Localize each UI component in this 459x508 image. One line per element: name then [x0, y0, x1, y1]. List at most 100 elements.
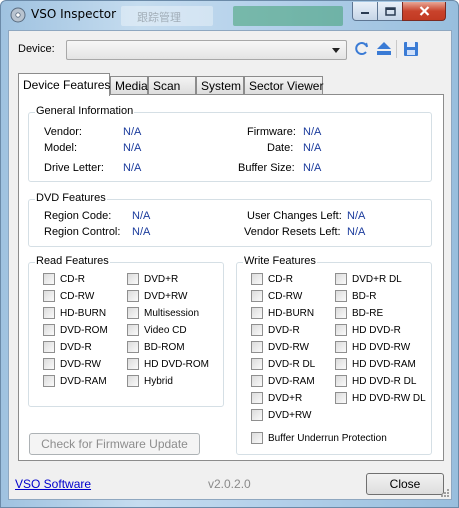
buffer-size-value: N/A	[303, 162, 322, 174]
general-information-group: General Information Vendor: N/A Model: N…	[28, 105, 432, 182]
checkbox-label: DVD-RW	[268, 341, 309, 353]
checkbox-box	[335, 341, 347, 353]
read-dvd-ram-checkbox[interactable]: DVD-RAM	[43, 374, 107, 388]
group-title: Read Features	[35, 255, 110, 267]
read-hybrid-checkbox[interactable]: Hybrid	[127, 374, 173, 388]
tab-sector-viewer[interactable]: Sector Viewer	[244, 76, 323, 95]
vso-software-link[interactable]: VSO Software	[15, 477, 91, 491]
minimize-button[interactable]	[352, 2, 378, 21]
read-dvd-r-checkbox[interactable]: DVD-R	[43, 340, 92, 354]
device-dropdown[interactable]	[66, 40, 347, 60]
checkbox-box	[43, 358, 55, 370]
device-label: Device:	[18, 43, 55, 55]
write-dvd-plus-rw-checkbox[interactable]: DVD+RW	[251, 408, 311, 422]
checkbox-box	[43, 273, 55, 285]
version-label: v2.0.2.0	[208, 477, 251, 491]
checkbox-label: DVD+RW	[144, 290, 188, 302]
tab-scan[interactable]: Scan	[148, 76, 196, 95]
write-hd-dvd-r-dl-checkbox[interactable]: HD DVD-R DL	[335, 374, 416, 388]
write-hd-dvd-rw-checkbox[interactable]: HD DVD-RW	[335, 340, 410, 354]
app-disc-icon	[10, 7, 26, 23]
read-dvd-rom-checkbox[interactable]: DVD-ROM	[43, 323, 108, 337]
model-value: N/A	[123, 142, 142, 154]
read-video-cd-checkbox[interactable]: Video CD	[127, 323, 187, 337]
checkbox-box	[251, 392, 263, 404]
write-bd-r-checkbox[interactable]: BD-R	[335, 289, 376, 303]
write-hd-burn-checkbox[interactable]: HD-BURN	[251, 306, 314, 320]
tab-device-features[interactable]: Device Features	[18, 73, 110, 96]
write-dvd-plus-r-dl-checkbox[interactable]: DVD+R DL	[335, 272, 402, 286]
checkbox-label: DVD-RAM	[268, 375, 315, 387]
checkbox-box	[251, 432, 263, 444]
eject-icon[interactable]	[375, 40, 393, 58]
refresh-icon[interactable]	[353, 40, 371, 58]
write-dvd-rw-checkbox[interactable]: DVD-RW	[251, 340, 309, 354]
close-window-button[interactable]	[402, 2, 446, 21]
tab-label: Scan	[153, 79, 181, 93]
read-cd-rw-checkbox[interactable]: CD-RW	[43, 289, 94, 303]
write-bd-re-checkbox[interactable]: BD-RE	[335, 306, 383, 320]
drive-letter-label: Drive Letter:	[44, 162, 104, 174]
write-dvd-r-checkbox[interactable]: DVD-R	[251, 323, 300, 337]
firmware-value: N/A	[303, 126, 322, 138]
checkbox-box	[127, 341, 139, 353]
checkbox-label: HD DVD-R DL	[352, 375, 417, 387]
checkbox-box	[251, 358, 263, 370]
checkbox-box	[251, 375, 263, 387]
firmware-label: Firmware:	[247, 126, 296, 138]
read-hd-dvd-rom-checkbox[interactable]: HD DVD-ROM	[127, 357, 209, 371]
toolbar-divider	[396, 40, 397, 58]
checkbox-label: HD DVD-ROM	[144, 358, 209, 370]
device-features-panel: General Information Vendor: N/A Model: N…	[18, 94, 444, 461]
resize-grip-icon[interactable]	[440, 488, 450, 498]
checkbox-label: HD-BURN	[268, 307, 315, 319]
write-hd-dvd-ram-checkbox[interactable]: HD DVD-RAM	[335, 357, 416, 371]
window-title: VSO Inspector	[31, 7, 117, 21]
write-cd-rw-checkbox[interactable]: CD-RW	[251, 289, 302, 303]
vendor-label: Vendor:	[44, 126, 82, 138]
app-window: 跟踪管理 VSO Inspector Device: Device Featur…	[0, 0, 459, 508]
dvd-features-group: DVD Features Region Code: N/A Region Con…	[28, 192, 432, 247]
checkbox-label: DVD+R	[268, 392, 303, 404]
read-cd-r-checkbox[interactable]: CD-R	[43, 272, 85, 286]
write-dvd-r-dl-checkbox[interactable]: DVD-R DL	[251, 357, 315, 371]
group-title: General Information	[35, 105, 135, 117]
checkbox-box	[127, 358, 139, 370]
checkbox-label: DVD+R DL	[352, 273, 402, 285]
tab-system[interactable]: System	[196, 76, 244, 95]
title-bar[interactable]: 跟踪管理 VSO Inspector	[1, 1, 458, 29]
drive-letter-value: N/A	[123, 162, 142, 174]
buffer-underrun-protection-checkbox[interactable]: Buffer Underrun Protection	[251, 431, 387, 445]
minimize-icon	[361, 12, 369, 14]
checkbox-label: Hybrid	[144, 375, 173, 387]
checkbox-box	[127, 307, 139, 319]
write-dvd-plus-r-checkbox[interactable]: DVD+R	[251, 391, 302, 405]
read-multisession-checkbox[interactable]: Multisession	[127, 306, 199, 320]
vendor-value: N/A	[123, 126, 142, 138]
tab-media[interactable]: Media	[110, 76, 148, 95]
checkbox-box	[251, 324, 263, 336]
tab-label: System	[201, 79, 242, 93]
checkbox-label: BD-R	[352, 290, 377, 302]
write-cd-r-checkbox[interactable]: CD-R	[251, 272, 293, 286]
close-button[interactable]: Close	[366, 473, 444, 495]
checkbox-box	[43, 307, 55, 319]
write-hd-dvd-rw-dl-checkbox[interactable]: HD DVD-RW DL	[335, 391, 426, 405]
checkbox-label: CD-R	[60, 273, 85, 285]
check-firmware-update-button[interactable]: Check for Firmware Update	[29, 433, 200, 455]
read-hd-burn-checkbox[interactable]: HD-BURN	[43, 306, 106, 320]
read-dvd-plus-r-checkbox[interactable]: DVD+R	[127, 272, 178, 286]
read-bd-rom-checkbox[interactable]: BD-ROM	[127, 340, 185, 354]
write-dvd-ram-checkbox[interactable]: DVD-RAM	[251, 374, 315, 388]
checkbox-label: BD-RE	[352, 307, 384, 319]
read-dvd-rw-checkbox[interactable]: DVD-RW	[43, 357, 101, 371]
read-dvd-plus-rw-checkbox[interactable]: DVD+RW	[127, 289, 187, 303]
checkbox-label: DVD+R	[144, 273, 179, 285]
checkbox-box	[127, 375, 139, 387]
checkbox-label: Video CD	[144, 324, 187, 336]
maximize-button[interactable]	[377, 2, 403, 21]
write-hd-dvd-r-checkbox[interactable]: HD DVD-R	[335, 323, 401, 337]
checkbox-label: HD-BURN	[60, 307, 107, 319]
save-icon[interactable]	[402, 40, 420, 58]
region-code-label: Region Code:	[44, 210, 112, 222]
